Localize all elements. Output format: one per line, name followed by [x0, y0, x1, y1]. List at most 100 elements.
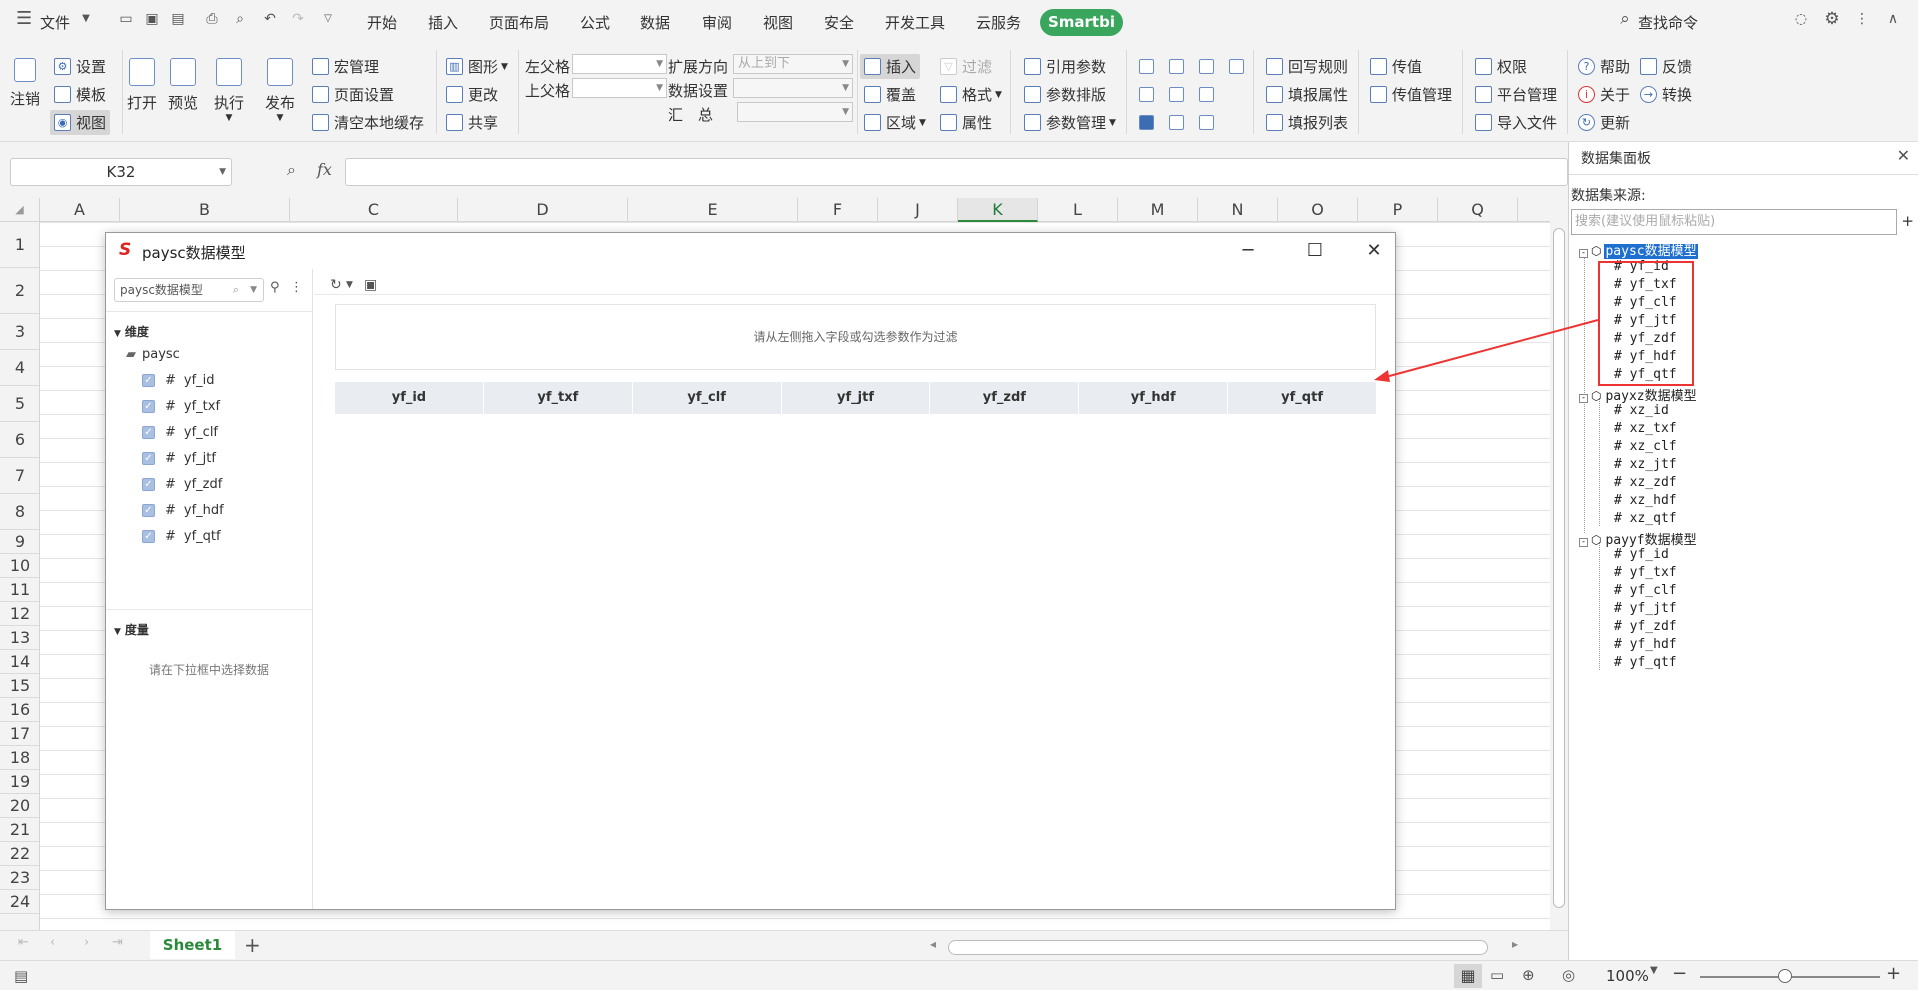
settings-button[interactable]: ⚙ 设置	[54, 56, 106, 77]
tab-smartbi[interactable]: Smartbi	[1040, 9, 1123, 36]
spinner-control-icon[interactable]	[1229, 59, 1244, 74]
tree-field-node[interactable]: # yf_id	[1614, 547, 1669, 562]
ref-param-button[interactable]: 引用参数	[1024, 56, 1106, 77]
tab-developer[interactable]: 开发工具	[885, 12, 945, 33]
more-icon[interactable]: ⋮	[290, 280, 303, 295]
tree-field-node[interactable]: # yf_jtf	[1614, 601, 1677, 616]
dimension-field[interactable]: ✓ # yf_txf	[142, 399, 220, 414]
about-button[interactable]: i 关于	[1578, 84, 1630, 105]
date-control-icon[interactable]	[1169, 115, 1184, 130]
column-header-cell[interactable]: C	[290, 198, 458, 222]
more-icon[interactable]: ⋮	[1854, 11, 1870, 27]
tab-page-layout[interactable]: 页面布局	[489, 12, 549, 33]
chat-icon[interactable]: ◌	[1793, 11, 1809, 27]
filter-drop-zone[interactable]: 请从左侧拖入字段或勾选参数作为过滤	[335, 304, 1376, 370]
tree-model-node[interactable]: - ⬡ payyf数据模型	[1579, 529, 1698, 548]
writeback-button[interactable]: 回写规则	[1266, 56, 1348, 77]
row-header-cell[interactable]: 23	[0, 866, 39, 890]
normal-view-icon[interactable]: ▦	[1454, 964, 1482, 988]
column-header-cell[interactable]: F	[798, 198, 878, 222]
first-sheet-icon[interactable]: ⇤	[18, 935, 29, 950]
pdf-icon[interactable]: ▤	[170, 11, 186, 27]
attribute-button[interactable]: 属性	[940, 112, 992, 133]
dimension-field[interactable]: ✓ # yf_jtf	[142, 451, 216, 466]
row-header-cell[interactable]: 24	[0, 890, 39, 914]
folder-item[interactable]: ▰ paysc	[126, 347, 180, 362]
vertical-scrollbar[interactable]	[1550, 198, 1568, 930]
open-folder-icon[interactable]: ▭	[118, 11, 134, 27]
row-header-cell[interactable]: 11	[0, 578, 39, 602]
file-menu[interactable]: 文件	[40, 12, 70, 33]
sheet-tab-active[interactable]: Sheet1	[150, 931, 235, 959]
row-header-cell[interactable]: 22	[0, 842, 39, 866]
row-header-cell[interactable]: 19	[0, 770, 39, 794]
hamburger-icon[interactable]: ☰	[16, 10, 32, 28]
table-column-header[interactable]: yf_txf	[484, 382, 633, 414]
column-header-cell[interactable]: P	[1358, 198, 1438, 222]
row-header-cell[interactable]: 6	[0, 422, 39, 458]
param-manage-button[interactable]: 参数管理 ▼	[1024, 112, 1116, 133]
view-button[interactable]: ◉ 视图	[50, 110, 111, 135]
tree-field-node[interactable]: # yf_hdf	[1614, 637, 1677, 652]
fill-list-button[interactable]: 填报列表	[1266, 112, 1348, 133]
select-all-corner[interactable]: ◢	[0, 198, 40, 222]
template-button[interactable]: 模板	[54, 84, 106, 105]
pass-manage-button[interactable]: 传值管理	[1370, 84, 1452, 105]
dimension-section[interactable]: ▼ 维度	[114, 323, 149, 340]
tree-field-node[interactable]: # yf_qtf	[1614, 655, 1677, 670]
fill-attr-button[interactable]: 填报属性	[1266, 84, 1348, 105]
save-icon[interactable]: ▣	[364, 277, 377, 293]
customize-icon[interactable]: ▽	[320, 11, 336, 27]
row-header-cell[interactable]: 17	[0, 722, 39, 746]
convert-button[interactable]: → 转换	[1640, 84, 1692, 105]
table-column-header[interactable]: yf_clf	[633, 382, 782, 414]
collapse-icon[interactable]: -	[1579, 394, 1588, 403]
checkbox-checked[interactable]: ✓	[142, 530, 155, 543]
print-preview-icon[interactable]: ⌕	[232, 11, 248, 27]
read-mode-icon[interactable]: ⊕	[1522, 966, 1535, 984]
measure-section[interactable]: ▼ 度量	[114, 621, 149, 638]
tree-field-node[interactable]: # xz_jtf	[1614, 457, 1677, 472]
row-header-cell[interactable]: 12	[0, 602, 39, 626]
preview-button[interactable]: 预览	[168, 58, 198, 113]
gear-icon[interactable]: ⚙	[1824, 11, 1840, 28]
column-header-cell[interactable]: J	[878, 198, 958, 222]
undo-icon[interactable]: ↶	[262, 11, 278, 27]
fx-icon[interactable]: fx	[317, 160, 332, 179]
cover-button[interactable]: 覆盖	[864, 84, 916, 105]
table-control-icon[interactable]	[1199, 115, 1214, 130]
tab-data[interactable]: 数据	[640, 12, 670, 33]
search-icon[interactable]: ⌕	[1617, 11, 1633, 28]
page-break-view-icon[interactable]: ▭	[1490, 966, 1504, 984]
tree-field-node[interactable]: # xz_hdf	[1614, 493, 1677, 508]
last-sheet-icon[interactable]: ⇥	[112, 935, 123, 950]
list-control-icon[interactable]	[1199, 59, 1214, 74]
column-header-cell[interactable]: M	[1118, 198, 1198, 222]
dataset-search-input[interactable]: 搜索(建议使用鼠标粘贴)	[1571, 209, 1897, 235]
clear-cache-button[interactable]: 清空本地缓存	[312, 112, 424, 133]
publish-button[interactable]: 发布 ▼	[265, 58, 295, 123]
help-button[interactable]: ? 帮助	[1578, 56, 1630, 77]
model-search-input[interactable]: paysc数据模型 ⌕ ▼	[114, 278, 264, 302]
row-header-cell[interactable]: 20	[0, 794, 39, 818]
table-column-header[interactable]: yf_zdf	[930, 382, 1080, 414]
refresh-icon[interactable]: ↻	[330, 277, 342, 293]
row-header-cell[interactable]: 18	[0, 746, 39, 770]
tree-field-node[interactable]: # xz_clf	[1614, 439, 1677, 454]
column-header-cell[interactable]: Q	[1438, 198, 1518, 222]
zoom-slider-handle[interactable]	[1778, 969, 1792, 983]
row-header-cell[interactable]: 2	[0, 268, 39, 314]
tree-field-node[interactable]: # yf_txf	[1614, 565, 1677, 580]
close-icon[interactable]: ✕	[1364, 241, 1384, 261]
row-header-cell[interactable]: 9	[0, 530, 39, 554]
formula-input[interactable]	[345, 158, 1568, 186]
column-header-cell[interactable]: O	[1278, 198, 1358, 222]
feedback-button[interactable]: 反馈	[1640, 56, 1692, 77]
row-header-cell[interactable]: 13	[0, 626, 39, 650]
tree-field-node[interactable]: # yf_zdf	[1614, 619, 1677, 634]
update-button[interactable]: ↻ 更新	[1578, 112, 1630, 133]
row-header-cell[interactable]: 8	[0, 494, 39, 530]
print-icon[interactable]: ⎙	[204, 11, 220, 27]
collapse-ribbon-icon[interactable]: ∧	[1885, 11, 1901, 27]
format-button[interactable]: 格式 ▼	[940, 84, 1002, 105]
